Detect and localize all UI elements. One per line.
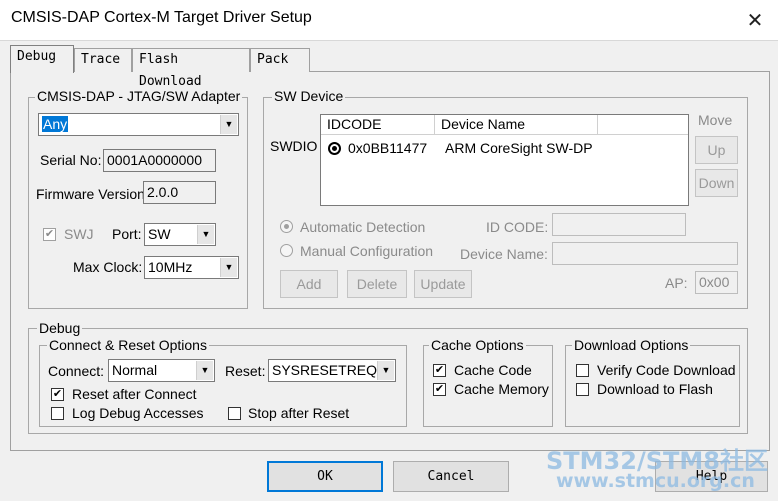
cache-code-label: Cache Code bbox=[454, 362, 532, 378]
stop-after-reset-checkbox[interactable] bbox=[228, 407, 241, 420]
verify-code-download-label: Verify Code Download bbox=[597, 362, 736, 378]
column-header-idcode[interactable]: IDCODE bbox=[321, 115, 435, 135]
chevron-down-icon: ▼ bbox=[196, 361, 213, 380]
tab-label: Flash Download bbox=[139, 52, 202, 89]
adapter-select[interactable]: Any ▼ bbox=[38, 113, 239, 136]
cancel-button[interactable]: Cancel bbox=[393, 461, 509, 492]
tab-pack[interactable]: Pack bbox=[250, 48, 310, 72]
firmware-field: 2.0.0 bbox=[143, 181, 216, 204]
swdio-label: SWDIO bbox=[270, 138, 318, 154]
reset-after-connect-label: Reset after Connect bbox=[72, 386, 197, 402]
tab-debug[interactable]: Debug bbox=[10, 45, 74, 73]
log-debug-accesses-label: Log Debug Accesses bbox=[72, 405, 204, 421]
close-icon: ✕ bbox=[746, 9, 764, 32]
move-label: Move bbox=[698, 112, 733, 128]
port-select-value: SW bbox=[148, 226, 171, 242]
verify-code-download-checkbox[interactable] bbox=[576, 364, 589, 377]
chevron-down-icon: ▼ bbox=[377, 361, 394, 380]
column-header-device-name[interactable]: Device Name bbox=[435, 115, 598, 135]
check-icon: ✔ bbox=[52, 388, 63, 400]
connect-reset-group-label: Connect & Reset Options bbox=[47, 337, 209, 353]
reset-after-connect-checkbox[interactable]: ✔ bbox=[51, 388, 64, 401]
connect-label: Connect: bbox=[48, 363, 105, 379]
ap-field[interactable]: 0x00 bbox=[695, 271, 738, 294]
delete-button[interactable]: Delete bbox=[347, 270, 407, 298]
log-debug-accesses-checkbox[interactable] bbox=[51, 407, 64, 420]
add-button[interactable]: Add bbox=[280, 270, 338, 298]
watermark-url: www.stmcu.org.cn bbox=[556, 470, 755, 492]
sw-device-group-label: SW Device bbox=[272, 88, 346, 104]
cache-code-checkbox[interactable]: ✔ bbox=[433, 364, 446, 377]
device-name-field[interactable] bbox=[552, 242, 738, 265]
cache-memory-checkbox[interactable]: ✔ bbox=[433, 383, 446, 396]
idcode-field[interactable] bbox=[552, 213, 686, 236]
up-button[interactable]: Up bbox=[695, 136, 738, 164]
manual-config-radio[interactable] bbox=[280, 244, 293, 257]
adapter-select-value: Any bbox=[42, 116, 69, 132]
auto-detect-label: Automatic Detection bbox=[300, 219, 426, 235]
connect-select[interactable]: Normal ▼ bbox=[108, 359, 215, 382]
check-icon: ✔ bbox=[434, 383, 445, 395]
device-name-label: Device Name: bbox=[460, 246, 548, 262]
serial-field: 0001A0000000 bbox=[103, 149, 216, 172]
auto-detect-radio[interactable] bbox=[280, 220, 293, 233]
reset-select[interactable]: SYSRESETREQ ▼ bbox=[268, 359, 396, 382]
tab-flash-download[interactable]: Flash Download bbox=[132, 48, 250, 89]
manual-config-label: Manual Configuration bbox=[300, 243, 434, 259]
update-button[interactable]: Update bbox=[414, 270, 472, 298]
chevron-down-icon: ▼ bbox=[220, 115, 237, 134]
firmware-label: Firmware Version: bbox=[36, 186, 149, 202]
cache-options-group-label: Cache Options bbox=[429, 337, 526, 353]
row-idcode: 0x0BB11477 bbox=[348, 140, 428, 156]
radio-selected-icon bbox=[328, 142, 341, 155]
download-options-group-label: Download Options bbox=[572, 337, 691, 353]
tab-trace[interactable]: Trace bbox=[74, 48, 132, 72]
debug-group-label: Debug bbox=[37, 320, 83, 336]
chevron-down-icon: ▼ bbox=[220, 258, 237, 277]
chevron-down-icon: ▼ bbox=[197, 225, 214, 244]
check-icon: ✔ bbox=[44, 228, 55, 240]
idcode-label: ID CODE: bbox=[486, 219, 549, 235]
maxclock-select[interactable]: 10MHz ▼ bbox=[144, 256, 239, 279]
ap-label: AP: bbox=[665, 275, 688, 291]
ok-button[interactable]: OK bbox=[267, 461, 383, 492]
port-select[interactable]: SW ▼ bbox=[144, 223, 216, 246]
row-device-name: ARM CoreSight SW-DP bbox=[445, 140, 593, 156]
check-icon: ✔ bbox=[434, 364, 445, 376]
download-to-flash-checkbox[interactable] bbox=[576, 383, 589, 396]
tab-label: Pack bbox=[257, 52, 289, 67]
download-to-flash-label: Download to Flash bbox=[597, 381, 713, 397]
tab-label: Debug bbox=[17, 49, 57, 64]
adapter-group-label: CMSIS-DAP - JTAG/SW Adapter bbox=[35, 88, 243, 104]
window-title: CMSIS-DAP Cortex-M Target Driver Setup bbox=[11, 9, 312, 26]
down-button[interactable]: Down bbox=[695, 169, 738, 197]
list-header: IDCODE Device Name bbox=[321, 115, 688, 135]
connect-select-value: Normal bbox=[112, 362, 158, 378]
reset-select-value: SYSRESETREQ bbox=[272, 362, 378, 378]
port-label: Port: bbox=[112, 226, 142, 242]
maxclock-select-value: 10MHz bbox=[148, 259, 193, 275]
stop-after-reset-label: Stop after Reset bbox=[248, 405, 350, 421]
cache-memory-label: Cache Memory bbox=[454, 381, 549, 397]
swj-checkbox[interactable]: ✔ bbox=[43, 228, 56, 241]
sw-device-list[interactable]: IDCODE Device Name 0x0BB11477 ARM CoreSi… bbox=[320, 114, 689, 206]
serial-label: Serial No: bbox=[40, 152, 102, 168]
table-row[interactable]: 0x0BB11477 ARM CoreSight SW-DP bbox=[321, 137, 688, 159]
maxclock-label: Max Clock: bbox=[73, 259, 143, 275]
close-button[interactable]: ✕ bbox=[735, 3, 775, 37]
tab-label: Trace bbox=[81, 52, 121, 67]
swj-label: SWJ bbox=[64, 226, 94, 242]
reset-label: Reset: bbox=[225, 363, 266, 379]
